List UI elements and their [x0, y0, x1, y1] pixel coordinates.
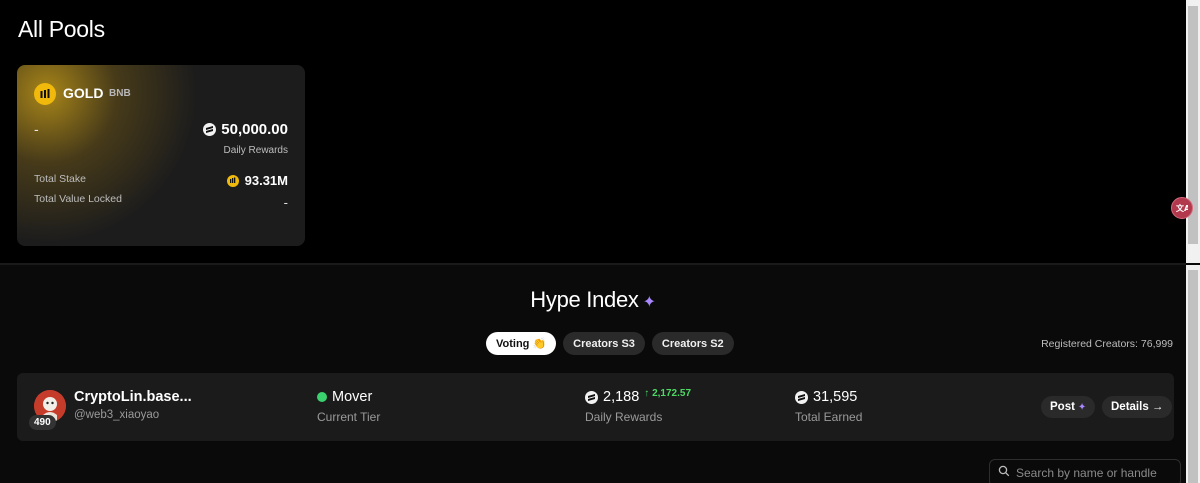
daily-rewards-number: 50,000.00	[221, 121, 288, 138]
pool-name: GOLD	[63, 85, 104, 101]
creator-total-earned: 31,595	[795, 389, 857, 405]
daily-change: ↑ 2,172.57	[644, 387, 692, 399]
post-button[interactable]: Post ✦	[1041, 396, 1096, 418]
reward-coin-icon	[795, 390, 808, 404]
gold-coin-icon	[226, 174, 239, 187]
page-title: All Pools	[18, 16, 105, 42]
daily-rewards-label: Daily Rewards	[223, 145, 288, 156]
daily-rewards-value: 50,000.00	[203, 121, 288, 138]
scrollbar-thumb-bottom[interactable]	[1188, 270, 1198, 483]
hype-index-title: Hype Index ✦	[0, 287, 1186, 313]
tier-label: Current Tier	[317, 410, 381, 424]
reward-coin-icon	[585, 390, 598, 404]
pool-card-gold[interactable]: GOLD BNB - 50,000.00 Daily Rewards Total…	[17, 65, 305, 246]
creator-daily-rewards-number: 2,188	[603, 389, 640, 405]
creator-daily-label: Daily Rewards	[585, 410, 663, 424]
tab-voting[interactable]: Voting 👏	[486, 332, 557, 355]
rank-badge: 490	[29, 415, 56, 430]
pool-chain: BNB	[109, 88, 131, 99]
search-input[interactable]	[1016, 466, 1166, 480]
post-button-label: Post	[1050, 401, 1075, 413]
reward-coin-icon	[203, 123, 217, 136]
creator-handle: @web3_xiaoyao	[74, 409, 160, 421]
details-button[interactable]: Details →	[1102, 396, 1173, 418]
section-divider	[0, 263, 1186, 265]
gold-token-icon	[34, 83, 56, 105]
search-icon	[998, 464, 1010, 482]
tvl-value: -	[283, 195, 288, 210]
creator-name[interactable]: CryptoLin.base...	[74, 389, 192, 405]
pools-section: All Pools GOLD BNB - 50,000.00 Daily Rew…	[0, 0, 1186, 263]
tvl-label: Total Value Locked	[34, 193, 122, 205]
search-box[interactable]	[989, 459, 1181, 483]
total-stake-value: 93.31M	[226, 173, 288, 188]
pool-left-value: -	[34, 121, 39, 137]
tab-creators-s3[interactable]: Creators S3	[563, 332, 645, 355]
hype-tabs: Voting 👏 Creators S3 Creators S2	[486, 332, 734, 355]
tier-text: Mover	[332, 389, 373, 405]
tab-creators-s2[interactable]: Creators S2	[651, 332, 734, 355]
creator-total-earned-number: 31,595	[813, 389, 858, 405]
creator-row[interactable]: 490 CryptoLin.base... @web3_xiaoyao Move…	[17, 373, 1174, 441]
tier-icon	[317, 392, 327, 402]
tier-value: Mover	[317, 389, 372, 405]
total-stake-label: Total Stake	[34, 173, 86, 185]
creator-earned-label: Total Earned	[795, 410, 863, 424]
sparkle-icon: ✦	[1077, 401, 1087, 413]
hype-title-text: Hype Index	[530, 287, 639, 312]
total-stake-number: 93.31M	[244, 173, 288, 188]
svg-text:文A: 文A	[1176, 203, 1188, 213]
translate-icon[interactable]: 文A	[1171, 197, 1193, 219]
sparkle-icon: ✦	[642, 294, 656, 311]
creator-daily-rewards: 2,188 ↑ 2,172.57	[585, 387, 692, 405]
registered-creators-count: Registered Creators: 76,999	[1041, 338, 1173, 350]
